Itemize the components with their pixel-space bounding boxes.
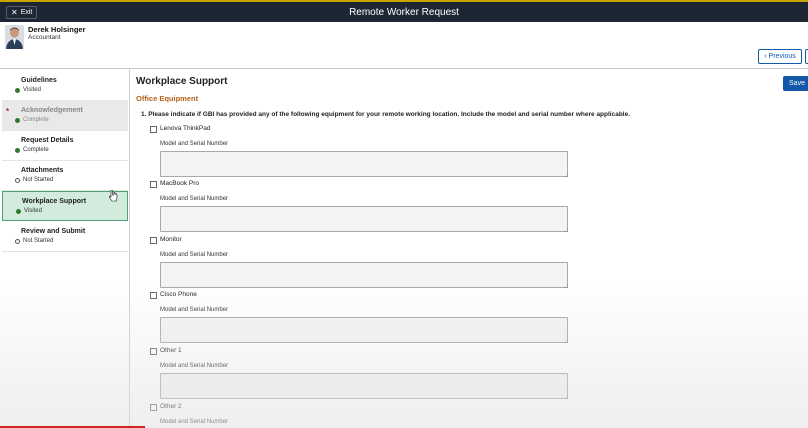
step-status-text: Not Started [23, 177, 54, 183]
visited-dot-icon [15, 87, 20, 93]
app-title: Remote Worker Request [349, 7, 459, 18]
complete-check-icon [15, 147, 20, 153]
step-guidelines[interactable]: Guidelines Visited [2, 71, 128, 101]
model-serial-textarea[interactable] [160, 373, 568, 399]
step-label: Workplace Support [22, 198, 87, 205]
checkbox-label: Other 1 [160, 347, 182, 354]
not-started-circle-icon [15, 177, 20, 183]
equipment-checkbox[interactable] [150, 126, 157, 133]
visited-dot-icon [16, 208, 21, 214]
checkbox-label: Other 2 [160, 403, 182, 410]
field-label: Model and Serial Number [160, 363, 229, 369]
step-label: Review and Submit [21, 228, 86, 235]
equipment-checkbox[interactable] [150, 404, 157, 411]
top-bar: ✕ Exit Remote Worker Request [0, 0, 808, 22]
checkbox-label: Cisco Phone [160, 291, 197, 298]
step-review-and-submit[interactable]: Review and Submit Not Started [2, 222, 128, 252]
previous-button[interactable]: ‹ Previous [758, 49, 802, 64]
step-status-text: Visited [24, 208, 42, 214]
equipment-checkbox[interactable] [150, 237, 157, 244]
field-label: Model and Serial Number [160, 419, 229, 425]
equipment-checkbox[interactable] [150, 292, 157, 299]
step-status: Visited [16, 208, 42, 214]
resize-grip-icon[interactable] [564, 284, 568, 288]
chevron-left-icon: ‹ [764, 53, 767, 60]
step-status-text: Complete [23, 117, 49, 123]
step-label: Attachments [21, 167, 64, 174]
model-serial-textarea[interactable] [160, 151, 568, 177]
checkbox-label: Monitor [160, 236, 182, 243]
step-request-details[interactable]: Request Details Complete [2, 131, 128, 161]
sidebar: Guidelines Visited * Acknowledgement Com… [0, 69, 130, 428]
step-attachments[interactable]: Attachments Not Started [2, 161, 128, 191]
step-acknowledgement[interactable]: * Acknowledgement Complete [2, 101, 128, 131]
hand-cursor-icon [109, 190, 118, 202]
model-serial-textarea[interactable] [160, 317, 568, 343]
step-status: Complete [15, 147, 49, 153]
step-status: Complete [15, 117, 49, 123]
step-status-text: Complete [23, 147, 49, 153]
required-star-icon: * [6, 107, 10, 116]
equipment-checkbox[interactable] [150, 181, 157, 188]
equipment-checkbox[interactable] [150, 348, 157, 355]
step-label: Request Details [21, 137, 74, 144]
user-role: Accountant [28, 34, 61, 41]
step-label: Guidelines [21, 77, 57, 84]
step-status: Not Started [15, 177, 54, 183]
section-title: Office Equipment [136, 94, 199, 103]
question-text: 1. Please indicate if GBI has provided a… [141, 111, 631, 118]
field-label: Model and Serial Number [160, 196, 229, 202]
save-button[interactable]: Save [783, 76, 808, 91]
checkbox-label: Lenova ThinkPad [160, 125, 211, 132]
user-name: Derek Holsinger [28, 25, 86, 34]
complete-check-icon [15, 117, 20, 123]
model-serial-textarea[interactable] [160, 262, 568, 288]
field-label: Model and Serial Number [160, 141, 229, 147]
resize-grip-icon[interactable] [564, 228, 568, 232]
step-label: Acknowledgement [21, 107, 83, 114]
previous-label: Previous [768, 53, 796, 60]
checkbox-label: MacBook Pro [160, 180, 200, 187]
field-label: Model and Serial Number [160, 252, 229, 258]
field-label: Model and Serial Number [160, 307, 229, 313]
page-title: Workplace Support [136, 76, 228, 87]
user-header: Derek Holsinger Accountant ‹ Previous [0, 22, 808, 69]
resize-grip-icon[interactable] [564, 395, 568, 399]
step-status: Visited [15, 87, 41, 93]
step-status: Not Started [15, 238, 54, 244]
main-content: Save Workplace Support Office Equipment … [131, 69, 808, 428]
model-serial-textarea[interactable] [160, 206, 568, 232]
resize-grip-icon[interactable] [564, 339, 568, 343]
resize-grip-icon[interactable] [564, 173, 568, 177]
step-status-text: Not Started [23, 238, 54, 244]
not-started-circle-icon [15, 238, 20, 244]
step-status-text: Visited [23, 87, 41, 93]
avatar [5, 25, 24, 49]
